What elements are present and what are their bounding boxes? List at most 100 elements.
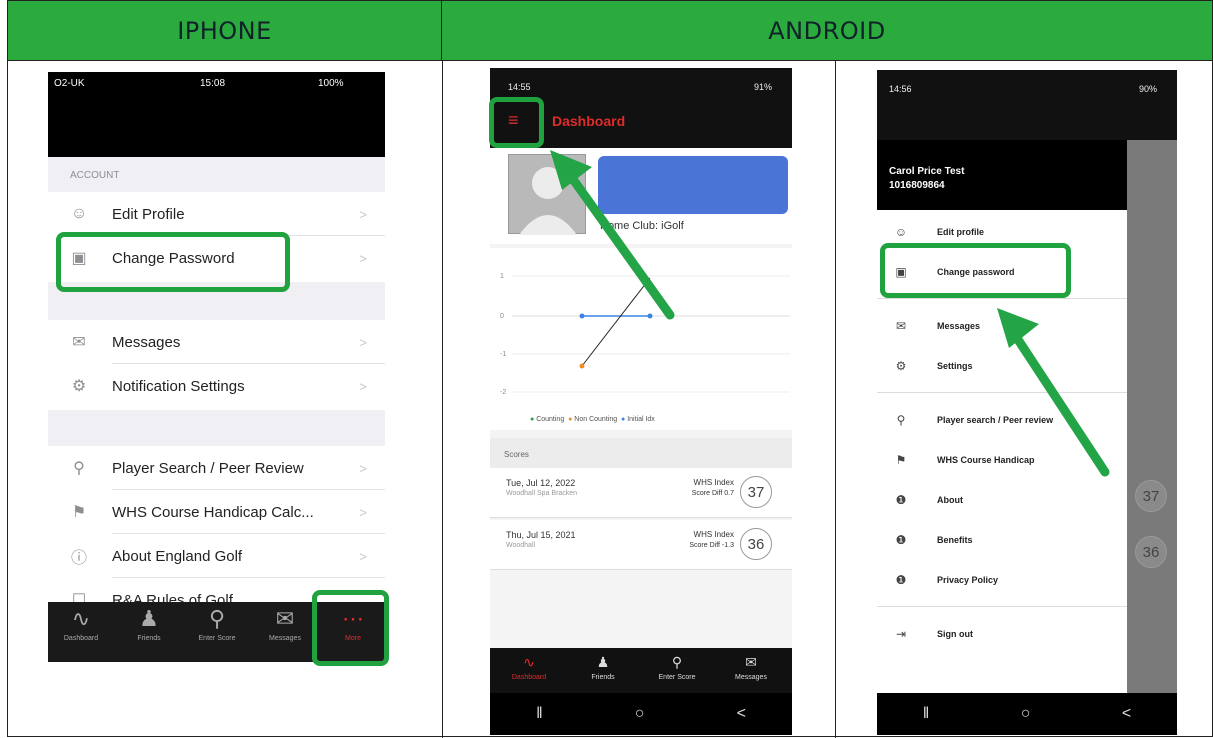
info-icon: ⓘ bbox=[70, 550, 87, 567]
back-icon[interactable]: < bbox=[737, 705, 746, 723]
avatar bbox=[508, 154, 586, 235]
scores-section-header: Scores bbox=[490, 438, 792, 468]
recent-apps-icon[interactable]: ‖ bbox=[536, 705, 543, 723]
home-club-label: Home Club: iGolf bbox=[600, 220, 684, 232]
carrier-label: O2-UK bbox=[54, 78, 85, 89]
row-notification-settings[interactable]: ⚙ Notification Settings > bbox=[48, 364, 385, 408]
home-icon[interactable]: ○ bbox=[1021, 705, 1031, 723]
tab-messages[interactable]: ✉ Messages bbox=[254, 602, 316, 662]
row-label: About England Golf bbox=[112, 547, 243, 565]
tab-dashboard[interactable]: ∿ Dashboard bbox=[494, 654, 564, 681]
clock-label: 14:55 bbox=[508, 82, 531, 92]
drawer-item-whs[interactable]: ⚑ WHS Course Handicap bbox=[877, 444, 1127, 480]
row-label: Edit Profile bbox=[112, 205, 185, 223]
y-tick-label: 0 bbox=[500, 313, 504, 320]
column-divider bbox=[442, 61, 443, 738]
status-bar: 14:56 90% bbox=[877, 70, 1177, 140]
row-about[interactable]: ⓘ About England Golf > bbox=[48, 534, 385, 578]
tab-friends[interactable]: ♟ Friends bbox=[118, 602, 180, 662]
hamburger-menu-icon[interactable]: ≡ bbox=[508, 110, 519, 131]
drawer-item-change-password[interactable]: ▣ Change password bbox=[877, 256, 1127, 292]
chevron-right-icon: > bbox=[359, 504, 367, 520]
sign-out-icon: ⇥ bbox=[895, 627, 907, 641]
score-badge: 37 bbox=[1135, 480, 1167, 512]
drawer-header: Carol Price Test 1016809864 bbox=[877, 140, 1127, 210]
score-row[interactable]: Tue, Jul 12, 2022 Woodhall Spa Bracken W… bbox=[490, 468, 792, 518]
iphone-screenshot: O2-UK 15:08 100% ACCOUNT ☺ Edit Profile … bbox=[48, 72, 385, 662]
y-tick-label: -2 bbox=[500, 389, 506, 396]
row-whs-calc[interactable]: ⚑ WHS Course Handicap Calc... > bbox=[48, 490, 385, 534]
drawer-item-messages[interactable]: ✉ Messages bbox=[877, 310, 1127, 346]
row-messages[interactable]: ✉ Messages > bbox=[48, 320, 385, 364]
chevron-right-icon: > bbox=[359, 250, 367, 266]
tab-enter-score[interactable]: ⚲ Enter Score bbox=[642, 654, 712, 681]
handicap-banner bbox=[598, 156, 788, 214]
android-subcolumn-divider bbox=[835, 61, 836, 738]
score-row[interactable]: Thu, Jul 15, 2021 Woodhall WHS Index Sco… bbox=[490, 520, 792, 570]
row-edit-profile[interactable]: ☺ Edit Profile > bbox=[48, 192, 385, 236]
chart-line-icon: ∿ bbox=[71, 606, 91, 631]
score-badge: 36 bbox=[1135, 536, 1167, 568]
flag-icon: ⚑ bbox=[895, 453, 907, 467]
chevron-right-icon: > bbox=[359, 334, 367, 350]
envelope-icon: ✉ bbox=[72, 334, 86, 351]
chart-line-icon: ∿ bbox=[523, 654, 535, 670]
golf-pin-icon: ⚲ bbox=[671, 654, 683, 670]
people-icon: ♟ bbox=[596, 654, 610, 670]
android-dashboard-screenshot: 14:55 91% ≡ Dashboard Home Club: iGolf 1… bbox=[490, 68, 792, 735]
drawer-item-sign-out[interactable]: ⇥ Sign out bbox=[877, 618, 1127, 654]
user-name: Carol Price Test bbox=[889, 166, 965, 177]
chart-plot: 1 0 -1 -2 bbox=[500, 273, 790, 396]
drawer-item-player-search[interactable]: ⚲ Player search / Peer review bbox=[877, 404, 1127, 440]
tab-friends[interactable]: ♟ Friends bbox=[568, 654, 638, 681]
people-icon: ♟ bbox=[139, 606, 159, 631]
lock-icon: ▣ bbox=[71, 250, 87, 267]
row-player-search[interactable]: ⚲ Player Search / Peer Review > bbox=[48, 446, 385, 490]
recent-apps-icon[interactable]: ‖ bbox=[923, 705, 930, 723]
drawer-item-about[interactable]: ❶ About bbox=[877, 484, 1127, 520]
data-point bbox=[647, 313, 653, 319]
score-badge: 36 bbox=[740, 528, 772, 560]
tab-more[interactable]: ⋯ More bbox=[322, 602, 384, 662]
system-nav-bar: ‖ ○ < bbox=[490, 693, 792, 735]
drawer-item-edit-profile[interactable]: ☺ Edit profile bbox=[877, 216, 1127, 252]
profile-card: Home Club: iGolf bbox=[490, 148, 792, 244]
row-change-password[interactable]: ▣ Change Password > bbox=[48, 236, 385, 280]
envelope-icon: ✉ bbox=[745, 654, 757, 670]
lock-icon: ▣ bbox=[895, 265, 907, 279]
envelope-icon: ✉ bbox=[275, 606, 295, 631]
battery-label: 90% bbox=[1139, 84, 1158, 94]
info-group: ⚲ Player Search / Peer Review > ⚑ WHS Co… bbox=[48, 446, 385, 609]
score-badge: 37 bbox=[740, 476, 772, 508]
series-line-counting bbox=[581, 277, 651, 367]
clock-label: 15:08 bbox=[200, 78, 226, 89]
dimmed-background[interactable] bbox=[1127, 140, 1177, 695]
tab-dashboard[interactable]: ∿ Dashboard bbox=[50, 602, 112, 662]
drawer-item-settings[interactable]: ⚙ Settings bbox=[877, 350, 1127, 386]
tab-bar: ∿ Dashboard ♟ Friends ⚲ Enter Score ✉ Messag… bbox=[48, 602, 385, 662]
drawer-item-benefits[interactable]: ❶ Benefits bbox=[877, 524, 1127, 560]
tab-messages[interactable]: ✉ Messages bbox=[716, 654, 786, 681]
system-nav-bar: ‖ ○ < bbox=[877, 693, 1177, 735]
bottom-tab-bar: ∿ Dashboard ♟ Friends ⚲ Enter Score ✉ Messag… bbox=[490, 648, 792, 693]
data-point bbox=[579, 363, 585, 369]
data-point bbox=[579, 313, 585, 319]
gear-icon: ⚙ bbox=[895, 359, 907, 373]
person-icon: ☺ bbox=[70, 205, 88, 222]
android-column-header: ANDROID bbox=[442, 1, 1212, 61]
row-label: WHS Course Handicap Calc... bbox=[112, 503, 314, 521]
row-label: Change Password bbox=[112, 249, 235, 267]
navigation-drawer: ☺ Edit profile ▣ Change password ✉ Messages… bbox=[877, 210, 1127, 695]
chart-legend: ● Counting ● Non Counting ● Initial Idx bbox=[530, 416, 655, 423]
envelope-icon: ✉ bbox=[895, 319, 907, 333]
drawer-item-privacy[interactable]: ❶ Privacy Policy bbox=[877, 564, 1127, 600]
person-icon: ☺ bbox=[894, 225, 908, 239]
home-icon[interactable]: ○ bbox=[635, 705, 645, 723]
row-label: Notification Settings bbox=[112, 377, 245, 395]
battery-label: 100% bbox=[318, 78, 344, 89]
tab-enter-score[interactable]: ⚲ Enter Score bbox=[186, 602, 248, 662]
back-icon[interactable]: < bbox=[1122, 705, 1131, 723]
page-title: Dashboard bbox=[552, 113, 626, 129]
row-label: Player Search / Peer Review bbox=[112, 459, 304, 477]
settings-group: ✉ Messages > ⚙ Notification Settings > bbox=[48, 320, 385, 410]
